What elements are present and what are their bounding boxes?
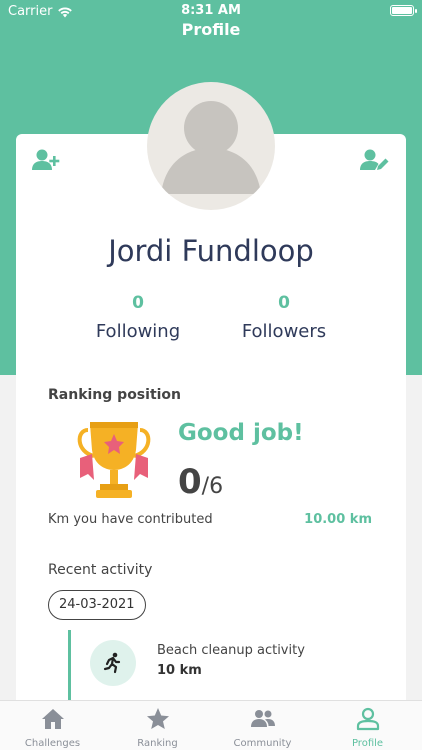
people-icon — [251, 710, 275, 727]
ranking-total: /6 — [201, 474, 224, 499]
status-time: 8:31 AM — [181, 3, 241, 18]
tab-profile[interactable]: Profile — [315, 701, 420, 750]
user-icon — [356, 707, 380, 731]
km-contributed-value: 10.00 km — [304, 512, 372, 527]
followers-count[interactable]: 0 — [214, 293, 354, 313]
following-count[interactable]: 0 — [68, 293, 208, 313]
recent-activity-title: Recent activity — [48, 562, 153, 578]
km-contributed-label: Km you have contributed — [48, 512, 213, 527]
tab-ranking-label: Ranking — [137, 738, 178, 749]
trophy-icon — [76, 420, 152, 504]
runner-icon — [103, 652, 121, 674]
home-icon — [42, 709, 64, 729]
activity-icon — [90, 640, 136, 686]
ranking-position: 0/6 — [178, 462, 223, 502]
activity-date-pill: 24-03-2021 — [48, 590, 146, 620]
ranking-position-value: 0 — [178, 462, 202, 502]
following-label[interactable]: Following — [68, 321, 208, 342]
tab-ranking[interactable]: Ranking — [105, 701, 210, 750]
followers-label[interactable]: Followers — [214, 321, 354, 342]
star-icon — [147, 708, 169, 729]
activity-title[interactable]: Beach cleanup activity — [157, 643, 305, 658]
ranking-title: Ranking position — [48, 387, 182, 403]
good-job-message: Good job! — [178, 420, 304, 446]
avatar-placeholder-icon — [161, 101, 261, 194]
add-user-icon — [32, 149, 60, 170]
timeline-line — [68, 630, 71, 700]
profile-name: Jordi Fundloop — [108, 234, 314, 268]
tab-community[interactable]: Community — [210, 701, 315, 750]
page-title: Profile — [181, 20, 241, 39]
tab-community-label: Community — [233, 738, 292, 749]
tab-challenges-label: Challenges — [24, 738, 81, 749]
tab-challenges[interactable]: Challenges — [0, 701, 105, 750]
battery-icon — [390, 5, 417, 16]
activity-distance: 10 km — [157, 663, 202, 678]
edit-user-icon — [360, 149, 389, 170]
avatar[interactable] — [147, 82, 275, 210]
tab-profile-label: Profile — [351, 738, 384, 749]
add-user-button[interactable] — [32, 148, 62, 174]
status-bar: Carrier 8:31 AM — [0, 0, 422, 22]
tab-bar: Challenges Ranking Community Profile — [0, 700, 422, 750]
edit-profile-button[interactable] — [360, 148, 390, 174]
